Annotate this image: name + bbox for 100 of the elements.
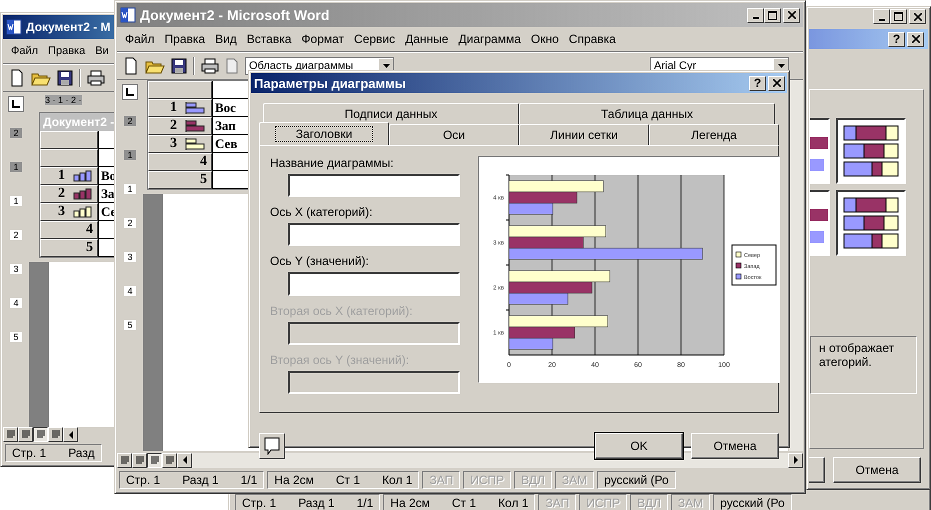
input-field[interactable]	[288, 223, 460, 246]
close-icon	[788, 11, 796, 19]
page-icon[interactable]	[225, 58, 239, 74]
dropdown-arrow-icon	[382, 64, 390, 68]
status-text: Разд	[68, 446, 95, 460]
row-header[interactable]: 1	[40, 167, 98, 185]
row-header[interactable]: 2	[40, 185, 98, 203]
cell-text: За	[101, 186, 114, 202]
save-icon[interactable]	[171, 58, 187, 74]
status-text: Кол 1	[382, 473, 412, 487]
minimize-button[interactable]	[747, 8, 764, 22]
row-header[interactable]: 2	[148, 117, 212, 135]
chart-type-option[interactable]	[810, 190, 830, 256]
window-title: Документ2 - Microsoft Word	[140, 7, 330, 23]
lines-icon	[6, 430, 16, 439]
close-button[interactable]	[783, 8, 800, 22]
close-icon	[772, 79, 780, 87]
row-header[interactable]: 5	[40, 239, 98, 257]
printer-icon[interactable]	[201, 58, 219, 74]
menu-item[interactable]: Диаграмма	[458, 32, 521, 46]
ruler-mark: 1	[10, 196, 22, 206]
row-header[interactable]: 3	[148, 135, 212, 153]
status-text: Ст 1	[452, 496, 476, 510]
left-arrow-icon	[182, 456, 188, 464]
tab[interactable]: Линии сетки	[519, 124, 649, 145]
datasheet-title: Документ2 -	[43, 115, 114, 129]
tab[interactable]: Легенда	[649, 124, 779, 145]
status-text: Кол 1	[498, 496, 528, 510]
menu-item[interactable]: Правка	[164, 32, 206, 46]
ruler-mark: 2	[124, 116, 136, 126]
ruler-mark: 5	[10, 332, 22, 342]
maximize-button[interactable]	[890, 9, 907, 24]
window-title: Документ2 - М	[26, 20, 111, 34]
lines-icon	[120, 456, 130, 464]
input-field[interactable]	[288, 272, 460, 296]
row-header[interactable]: 5	[148, 171, 212, 189]
maximize-button[interactable]	[764, 8, 781, 22]
menu-item[interactable]: Вставка	[246, 32, 292, 46]
row-header[interactable]: 3	[40, 203, 98, 221]
row-number: 5	[200, 172, 207, 188]
tab[interactable]: Подписи данных	[263, 103, 519, 124]
menu-item[interactable]: Сервис	[354, 32, 396, 46]
help-button[interactable]	[259, 433, 285, 459]
row-number: 3	[58, 204, 65, 220]
ruler-mark: 3	[10, 264, 22, 274]
document-icon	[6, 19, 22, 35]
row-header[interactable]: 1	[148, 99, 212, 117]
new-document-icon[interactable]	[123, 57, 139, 75]
row-header[interactable]: 4	[40, 221, 98, 239]
status-text: Ст 1	[336, 473, 360, 487]
printer-icon[interactable]	[87, 70, 105, 86]
tab[interactable]: Таблица данных	[519, 103, 775, 124]
view-button[interactable]	[147, 452, 162, 468]
dropdown-arrow-icon	[778, 64, 784, 68]
cell-text: Зап	[215, 118, 236, 134]
tab-stop-button[interactable]	[8, 96, 24, 112]
speech-bubble-icon	[264, 437, 280, 455]
close-button[interactable]	[768, 76, 785, 90]
help-button[interactable]: ?	[749, 76, 766, 90]
close-button[interactable]	[909, 9, 926, 24]
help-button[interactable]: ?	[888, 32, 905, 46]
menu-item[interactable]: Ви	[95, 45, 109, 57]
chart-type-option[interactable]	[836, 190, 906, 256]
view-button[interactable]	[33, 427, 48, 442]
ruler-mark: 5	[124, 320, 136, 330]
left-arrow-icon	[68, 430, 74, 438]
menu-item[interactable]: Справка	[568, 32, 616, 46]
menu-item[interactable]: Файл	[11, 45, 38, 57]
scroll-left-button[interactable]	[63, 427, 78, 442]
menu-item[interactable]: Файл	[125, 32, 155, 46]
menu-item[interactable]: Правка	[48, 45, 86, 57]
row-header[interactable]: 4	[148, 153, 212, 171]
tab[interactable]: Заголовки	[259, 122, 389, 145]
cell-text: Вос	[215, 100, 236, 116]
right-arrow-icon	[792, 456, 798, 464]
menu-item[interactable]: Формат	[301, 32, 344, 46]
minimize-icon	[878, 18, 884, 20]
tab-stop-button[interactable]	[122, 84, 138, 100]
tab[interactable]: Оси	[389, 124, 519, 145]
ok-button[interactable]: OK	[595, 433, 683, 459]
close-button[interactable]	[907, 32, 924, 46]
minimize-button[interactable]	[873, 9, 890, 24]
tab-stop-icon	[12, 100, 20, 108]
cancel-button[interactable]: Отмена	[833, 457, 921, 483]
chart-type-option[interactable]	[810, 118, 830, 184]
status-text: Разд 1	[298, 496, 335, 510]
scroll-left-button[interactable]	[177, 452, 192, 468]
chart-type-option[interactable]	[836, 118, 906, 184]
menu-item[interactable]: Данные	[405, 32, 448, 46]
save-icon[interactable]	[57, 70, 73, 86]
lines-icon	[134, 456, 144, 464]
new-document-icon[interactable]	[9, 69, 25, 87]
ruler-mark: 1	[124, 184, 136, 194]
input-field[interactable]	[288, 174, 460, 198]
row-number: 3	[170, 136, 177, 152]
menu-item[interactable]: Вид	[215, 32, 237, 46]
cancel-button[interactable]: Отмена	[691, 433, 779, 459]
ruler-mark: 1	[10, 162, 22, 172]
scroll-right-button[interactable]	[788, 452, 803, 468]
menu-item[interactable]: Окно	[530, 32, 559, 46]
